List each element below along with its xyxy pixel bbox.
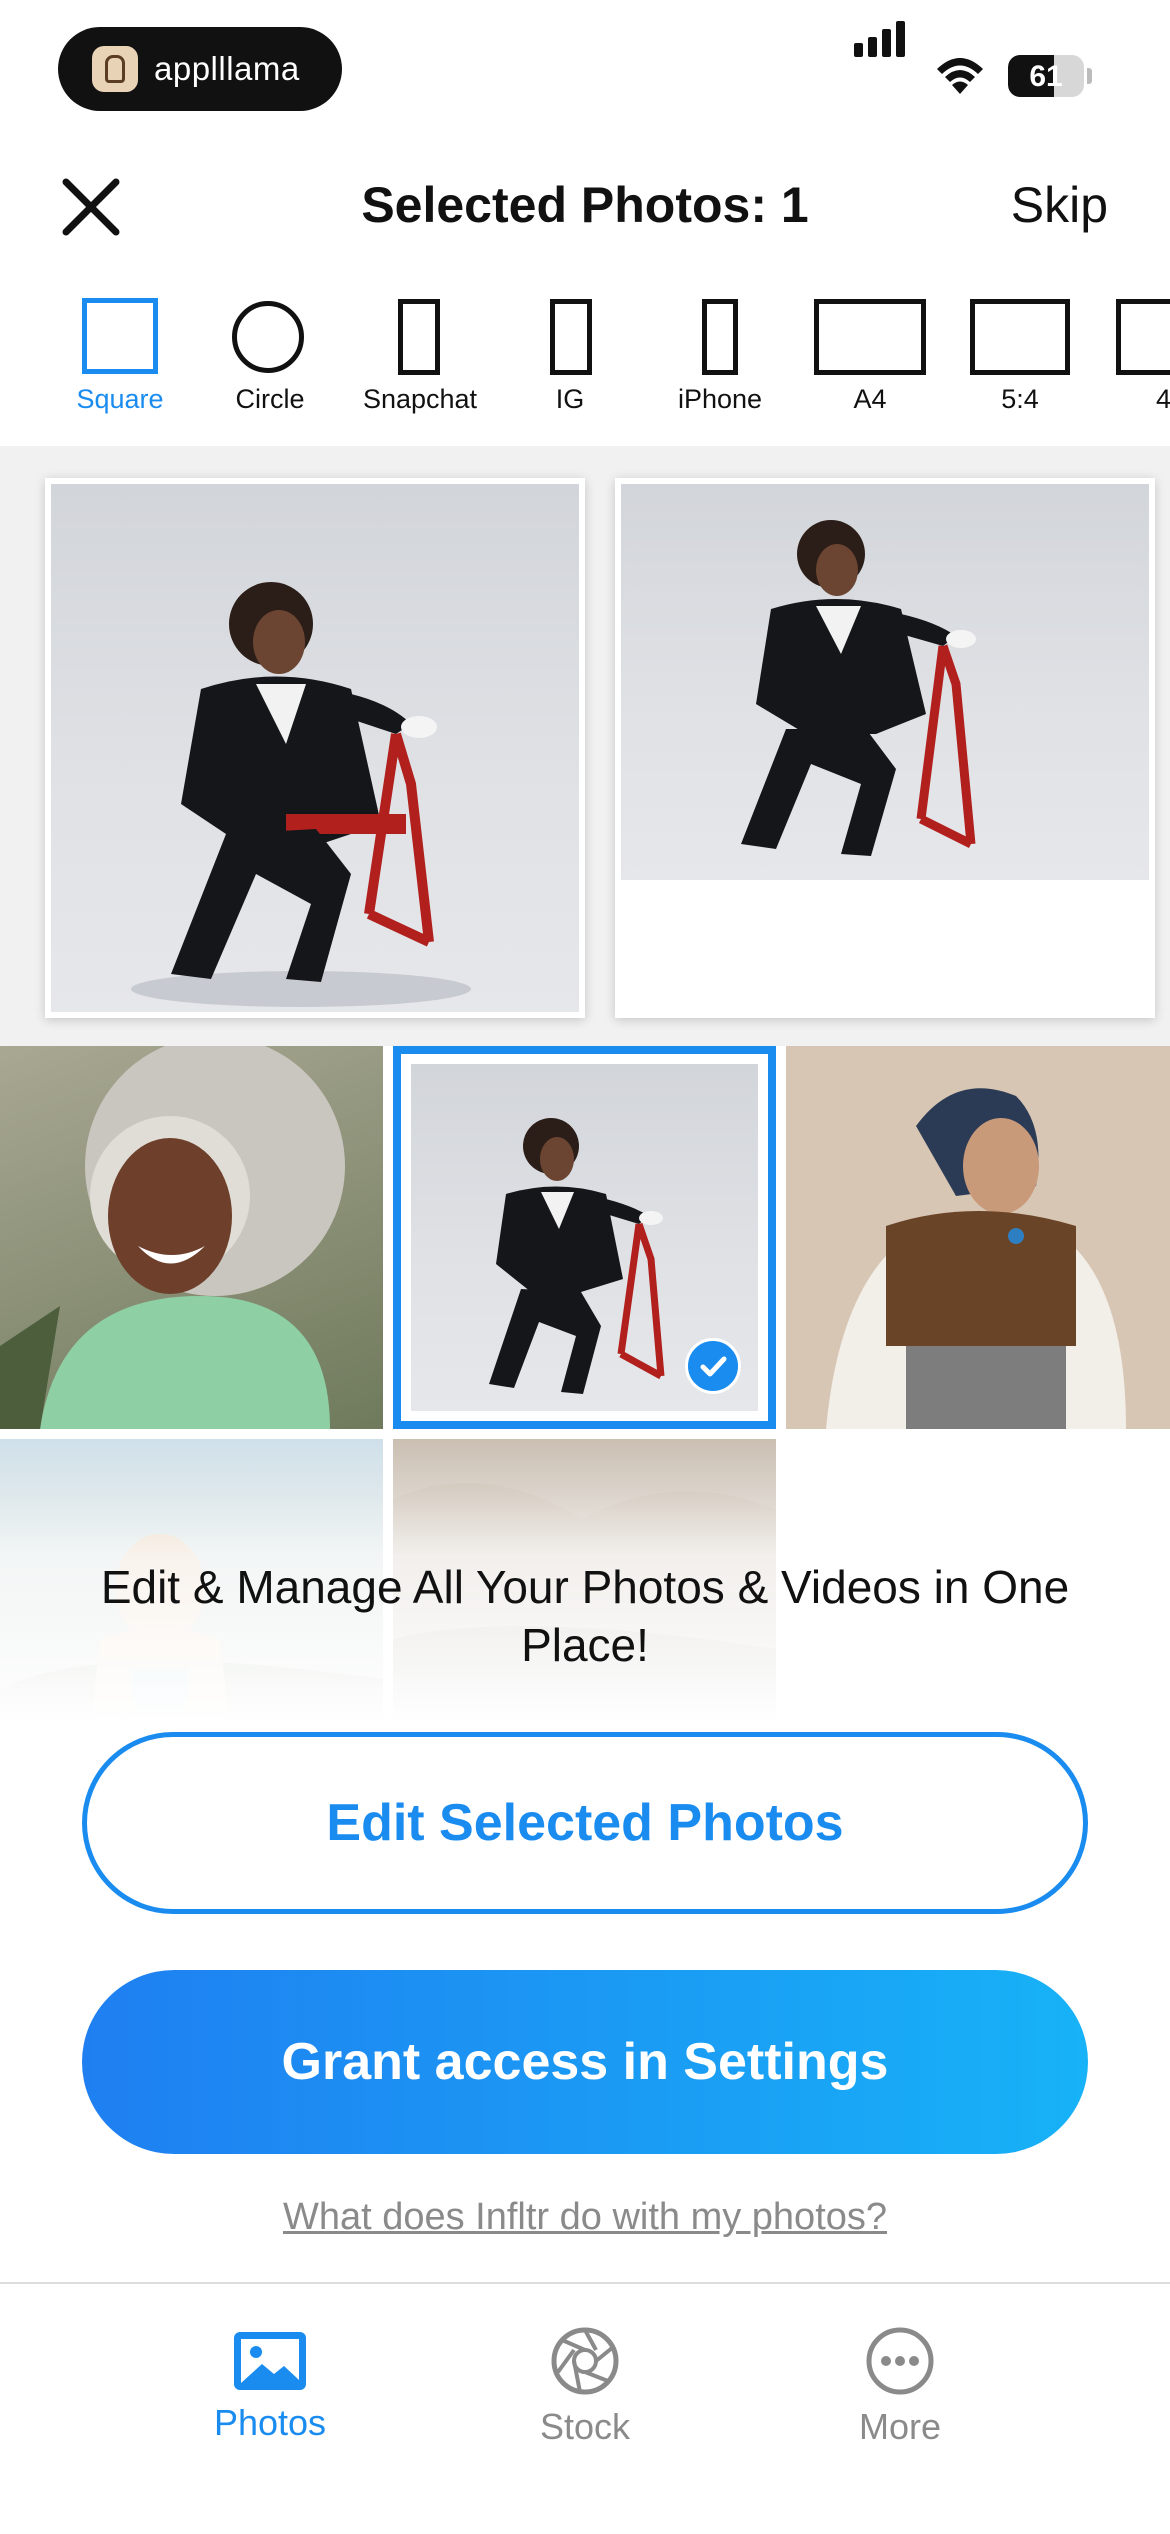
smiling-woman-photo [0,1046,345,1429]
more-icon [866,2327,934,2395]
wifi-icon [937,58,983,94]
promo-text: Edit & Manage All Your Photos & Videos i… [100,1561,1070,1671]
preview-circle-fit[interactable] [615,478,1155,1018]
shape-snapchat[interactable]: Snapchat [350,290,490,420]
battery-indicator: 61 [1008,55,1084,97]
preview-area [0,446,1170,1046]
skip-button[interactable]: Skip [1011,176,1108,234]
aperture-icon [551,2327,619,2395]
ratio-4-3-shape-icon [1116,299,1170,375]
tab-bar: Photos Stock More [0,2282,1170,2534]
status-bar: applllama 61 [0,0,1170,140]
battery-text: 61 [1029,60,1063,93]
model-photo-image [131,582,471,1007]
shape-label: 5:4 [1001,384,1039,414]
preview-square[interactable] [45,478,585,1018]
ig-shape-icon [550,299,592,375]
shape-label: 4:3 [1156,384,1170,414]
iphone-shape-icon [702,299,738,375]
a4-shape-icon [814,299,926,375]
model-photo-image [741,520,976,856]
edit-selected-photos-button[interactable]: Edit Selected Photos [82,1732,1088,1914]
app-name: applllama [154,50,300,87]
app-badge[interactable]: applllama [58,27,342,111]
battery-tip [1087,68,1092,84]
grant-access-label: Grant access in Settings [281,2033,889,2091]
tab-label: More [858,2406,942,2447]
checkmark-icon [685,1338,741,1394]
ratio-5-4-shape-icon [970,299,1070,375]
edit-selected-photos-label: Edit Selected Photos [326,1794,844,1852]
shape-iphone[interactable]: iPhone [650,290,790,420]
privacy-help-link[interactable]: What does Infltr do with my photos? [0,2196,1170,2239]
grid-photo-2[interactable] [393,1046,776,1429]
tab-label: Stock [539,2406,631,2447]
preview-photo [621,484,1149,880]
circle-shape-icon [232,301,304,373]
llama-logo-icon [92,46,138,92]
grant-access-button[interactable]: Grant access in Settings [82,1970,1088,2154]
woman-headscarf-photo [826,1088,1126,1429]
shape-selector: Square Circle Snapchat IG iPhone A4 5:4 … [0,290,1170,440]
square-shape-icon [82,298,158,374]
shape-circle[interactable]: Circle [200,290,340,420]
shape-5-4[interactable]: 5:4 [950,290,1090,420]
preview-photo [51,484,579,1012]
shape-4-3[interactable]: 4:3 [1100,290,1170,420]
tab-stock[interactable]: Stock [465,2308,705,2458]
tab-more[interactable]: More [780,2308,1020,2458]
shape-ig[interactable]: IG [500,290,640,420]
grid-photo-3[interactable] [786,1046,1170,1429]
grid-photo-1[interactable] [0,1046,383,1429]
page-title: Selected Photos: 1 [361,177,809,233]
shape-a4[interactable]: A4 [800,290,940,420]
tab-photos[interactable]: Photos [150,2308,390,2458]
photos-icon [234,2332,306,2390]
snapchat-shape-icon [398,299,440,375]
shape-square[interactable]: Square [50,290,190,420]
tab-label: Photos [213,2402,327,2443]
